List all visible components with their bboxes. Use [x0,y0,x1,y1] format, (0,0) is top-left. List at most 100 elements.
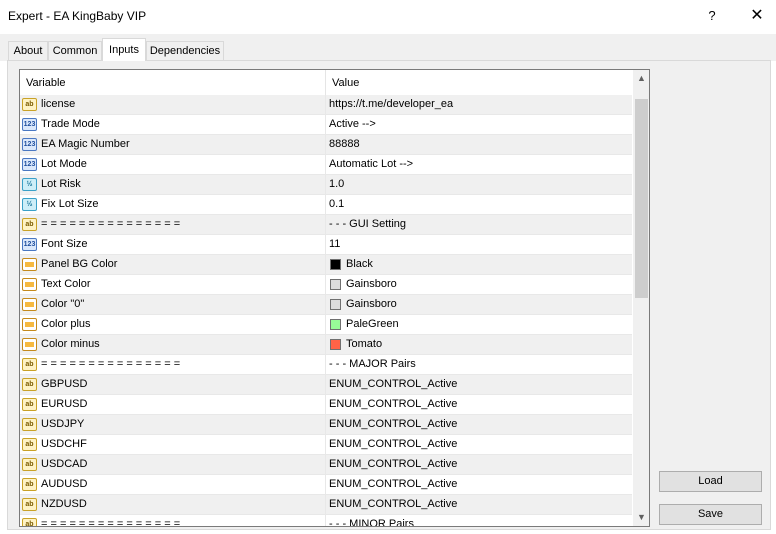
color-swatch [330,339,341,350]
column-separator [325,475,326,495]
table-row[interactable]: ab = = = = = = = = = = = = = = = - - - MAJ… [20,355,632,375]
column-separator [325,495,326,515]
column-header-variable[interactable]: Variable [26,77,66,89]
column-separator [325,415,326,435]
column-separator [325,435,326,455]
variable-name: AUDUSD [41,478,88,490]
tab-about[interactable]: About [8,41,48,60]
table-row[interactable]: ½ Lot Risk 1.0 [20,175,632,195]
close-button[interactable]: ✕ [744,4,770,28]
table-row[interactable]: Panel BG Color Black [20,255,632,275]
column-separator [325,355,326,375]
table-row[interactable]: ab EURUSD ENUM_CONTROL_Active [20,395,632,415]
table-row[interactable]: ab USDCHF ENUM_CONTROL_Active [20,435,632,455]
variable-value[interactable]: 0.1 [329,198,344,210]
variable-value[interactable]: https://t.me/developer_ea [329,98,453,110]
table-row[interactable]: ab USDJPY ENUM_CONTROL_Active [20,415,632,435]
column-separator [325,215,326,235]
variable-value[interactable]: - - - MINOR Pairs [329,518,414,526]
header-separator [325,70,326,95]
ab-icon: ab [22,378,37,391]
help-button[interactable]: ? [700,4,724,28]
column-separator [325,315,326,335]
variable-value[interactable]: 11 [329,238,340,250]
variable-value[interactable]: PaleGreen [346,318,399,330]
table-row[interactable]: Text Color Gainsboro [20,275,632,295]
variable-value[interactable]: ENUM_CONTROL_Active [329,438,457,450]
variable-name: = = = = = = = = = = = = = = = [41,358,181,370]
table-row[interactable]: ab = = = = = = = = = = = = = = = - - - MIN… [20,515,632,527]
column-separator [325,335,326,355]
variable-value[interactable]: Active --> [329,118,376,130]
variable-value[interactable]: 1.0 [329,178,344,190]
table-row[interactable]: 123 Font Size 11 [20,235,632,255]
column-separator [325,175,326,195]
table-row[interactable]: ab AUDUSD ENUM_CONTROL_Active [20,475,632,495]
tab-inputs[interactable]: Inputs [102,38,146,61]
column-separator [325,295,326,315]
variable-value[interactable]: ENUM_CONTROL_Active [329,458,457,470]
ab-icon: ab [22,98,37,111]
table-row[interactable]: ab GBPUSD ENUM_CONTROL_Active [20,375,632,395]
ab-icon: ab [22,438,37,451]
tab-common[interactable]: Common [48,41,102,60]
variable-value[interactable]: - - - MAJOR Pairs [329,358,416,370]
column-separator [325,375,326,395]
table-row[interactable]: 123 Trade Mode Active --> [20,115,632,135]
column-separator [325,195,326,215]
variable-name: USDCHF [41,438,87,450]
scroll-thumb[interactable] [635,99,648,298]
variable-value[interactable]: 88888 [329,138,360,150]
variable-value[interactable]: Tomato [346,338,382,350]
variable-name: = = = = = = = = = = = = = = = [41,218,181,230]
table-row[interactable]: 123 Lot Mode Automatic Lot --> [20,155,632,175]
variable-name: Color plus [41,318,91,330]
column-header-value[interactable]: Value [332,77,359,89]
table-rows: ab license https://t.me/developer_ea 123 Tra… [20,95,632,527]
variable-name: NZDUSD [41,498,87,510]
table-row[interactable]: ½ Fix Lot Size 0.1 [20,195,632,215]
variable-name: = = = = = = = = = = = = = = = [41,518,181,527]
load-button[interactable]: Load [659,471,762,492]
double-icon: ½ [22,198,37,211]
variable-value[interactable]: ENUM_CONTROL_Active [329,498,457,510]
variable-name: EA Magic Number [41,138,130,150]
scroll-down-arrow-icon[interactable]: ▼ [633,509,649,526]
color-icon [22,278,37,291]
variable-value[interactable]: Gainsboro [346,278,397,290]
table-row[interactable]: ab USDCAD ENUM_CONTROL_Active [20,455,632,475]
variable-value[interactable]: ENUM_CONTROL_Active [329,378,457,390]
table-row[interactable]: ab = = = = = = = = = = = = = = = - - - GUI… [20,215,632,235]
variable-value[interactable]: - - - GUI Setting [329,218,406,230]
table-row[interactable]: Color plus PaleGreen [20,315,632,335]
table-header: Variable Value [20,70,632,96]
tab-bar: About Common Inputs Dependencies [0,34,776,61]
table-row[interactable]: ab NZDUSD ENUM_CONTROL_Active [20,495,632,515]
table-row[interactable]: ab license https://t.me/developer_ea [20,95,632,115]
column-separator [325,395,326,415]
tab-dependencies[interactable]: Dependencies [146,41,224,60]
table-row[interactable]: Color "0" Gainsboro [20,295,632,315]
scroll-up-arrow-icon[interactable]: ▲ [633,70,649,87]
color-icon [22,298,37,311]
variable-value[interactable]: Gainsboro [346,298,397,310]
table-row[interactable]: 123 EA Magic Number 88888 [20,135,632,155]
save-button[interactable]: Save [659,504,762,525]
variable-name: EURUSD [41,398,88,410]
vertical-scrollbar[interactable]: ▲ ▼ [632,70,649,526]
color-icon [22,318,37,331]
variable-value[interactable]: Automatic Lot --> [329,158,413,170]
table-row[interactable]: Color minus Tomato [20,335,632,355]
variable-value[interactable]: Black [346,258,373,270]
double-icon: ½ [22,178,37,191]
column-separator [325,155,326,175]
column-separator [325,135,326,155]
variable-value[interactable]: ENUM_CONTROL_Active [329,418,457,430]
ab-icon: ab [22,418,37,431]
int-icon: 123 [22,158,37,171]
column-separator [325,235,326,255]
inputs-table: Variable Value ab license https://t.me/dev… [19,69,650,527]
variable-value[interactable]: ENUM_CONTROL_Active [329,398,457,410]
color-swatch [330,319,341,330]
variable-value[interactable]: ENUM_CONTROL_Active [329,478,457,490]
